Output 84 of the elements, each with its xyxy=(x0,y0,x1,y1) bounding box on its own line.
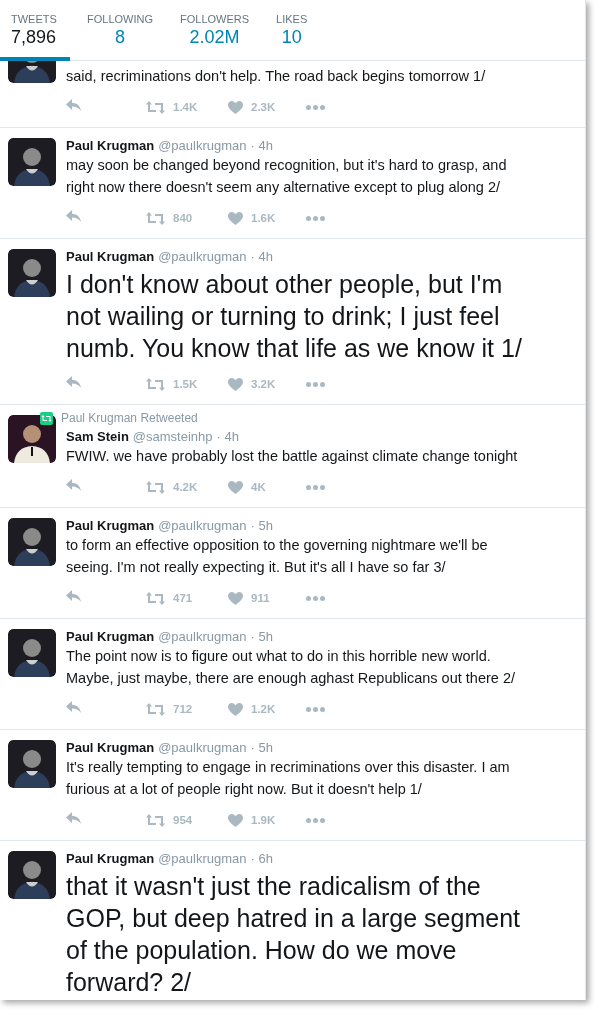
reply-icon[interactable] xyxy=(66,376,82,389)
heart-icon[interactable] xyxy=(228,702,243,716)
author-name[interactable]: Paul Krugman xyxy=(66,138,155,153)
reply-icon[interactable] xyxy=(66,99,82,112)
more-icon[interactable] xyxy=(306,484,325,490)
author-name[interactable]: Paul Krugman xyxy=(66,740,155,755)
author-name[interactable]: Sam Stein xyxy=(66,429,129,444)
like-count: 2.3K xyxy=(251,101,276,113)
retweet-icon[interactable] xyxy=(146,480,165,494)
retweet-count: 1.4K xyxy=(173,101,198,113)
tweet-time[interactable]: · 4h xyxy=(250,249,273,264)
author-name[interactable]: Paul Krugman xyxy=(66,851,155,866)
retweet-count: 840 xyxy=(173,212,193,224)
retweet-count: 712 xyxy=(173,703,193,715)
avatar[interactable] xyxy=(8,249,56,297)
author-name[interactable]: Paul Krugman xyxy=(66,249,155,264)
more-icon[interactable] xyxy=(306,381,325,387)
retweet-icon[interactable] xyxy=(146,591,165,605)
more-icon[interactable] xyxy=(306,104,325,110)
reply-icon[interactable] xyxy=(66,479,82,492)
like-count: 911 xyxy=(251,592,270,604)
tweet-text: It's really tempting to engage in recriminations over this disaster. I am furious at a lot of people right now. But it doesn't help 1/ xyxy=(66,758,511,799)
avatar[interactable] xyxy=(8,61,56,83)
retweet-context[interactable]: Paul Krugman Retweeted xyxy=(61,411,198,425)
retweet-badge-icon xyxy=(40,411,53,425)
avatar[interactable] xyxy=(8,629,56,677)
author-handle[interactable]: @samsteinhp xyxy=(132,429,213,444)
avatar[interactable] xyxy=(8,851,56,899)
retweet-icon[interactable] xyxy=(146,211,165,225)
tweet-text: to form an effective opposition to the governing nightmare we'll be seeing. I'm not really expecting it. But it's all I have so far 3/ xyxy=(66,536,489,577)
retweet-count: 4.2K xyxy=(173,481,198,493)
retweet-count: 471 xyxy=(173,592,193,604)
tweet-time[interactable]: · 6h xyxy=(250,851,273,866)
like-count: 4K xyxy=(251,481,266,493)
author-handle[interactable]: @paulkrugman xyxy=(158,249,247,264)
tweet-text: that it wasn't just the radicalism of the GOP, but deep hatred in a large segment of the population. How do we move forward? 2/ xyxy=(66,871,521,998)
tweet-text: The point now is to figure out what to do in this horrible new world. Maybe, just maybe, there are enough aghast Republicans out there 2/ xyxy=(66,647,516,688)
tweet-text: may soon be changed beyond recognition, but it's hard to grasp, and right now there doesn't seem any alternative except to plug along 2/ xyxy=(66,156,508,197)
reply-icon[interactable] xyxy=(66,812,82,825)
tweet-text: FWIW. we have probably lost the battle against climate change tonight xyxy=(66,447,519,466)
retweet-icon[interactable] xyxy=(146,813,165,827)
heart-icon[interactable] xyxy=(228,813,243,827)
author-handle[interactable]: @paulkrugman xyxy=(158,518,247,533)
avatar[interactable] xyxy=(8,138,56,186)
more-icon[interactable] xyxy=(306,215,325,221)
profile-stat-tab[interactable]: FOLLOWING 8 xyxy=(76,0,163,61)
heart-icon[interactable] xyxy=(228,377,243,391)
tweet-time[interactable]: · 5h xyxy=(250,629,273,644)
heart-icon[interactable] xyxy=(228,211,243,225)
reply-icon[interactable] xyxy=(66,590,82,603)
retweet-count: 954 xyxy=(173,814,193,826)
avatar[interactable] xyxy=(8,415,56,463)
tweet-time[interactable]: · 5h xyxy=(250,518,273,533)
author-handle[interactable]: @paulkrugman xyxy=(158,629,247,644)
author-name[interactable]: Paul Krugman xyxy=(66,629,155,644)
retweet-icon[interactable] xyxy=(146,100,165,114)
avatar[interactable] xyxy=(8,740,56,788)
retweet-icon[interactable] xyxy=(146,702,165,716)
profile-stat-tab[interactable]: LIKES 10 xyxy=(265,0,318,61)
like-count: 1.6K xyxy=(251,212,276,224)
tweet-text: I don't know about other people, but I'm not wailing or turning to drink; I just feel numb. You know that life as we know it 1/ xyxy=(66,269,523,364)
more-icon[interactable] xyxy=(306,706,325,712)
author-name[interactable]: Paul Krugman xyxy=(66,518,155,533)
author-handle[interactable]: @paulkrugman xyxy=(158,138,247,153)
more-icon[interactable] xyxy=(306,817,325,823)
reply-icon[interactable] xyxy=(66,210,82,223)
avatar[interactable] xyxy=(8,518,56,566)
more-icon[interactable] xyxy=(306,595,325,601)
like-count: 3.2K xyxy=(251,378,276,390)
tweet-time[interactable]: · 5h xyxy=(250,740,273,755)
heart-icon[interactable] xyxy=(228,100,243,114)
like-count: 1.9K xyxy=(251,814,276,826)
tweet-text: said, recriminations don't help. The road back begins tomorrow 1/ xyxy=(66,67,487,86)
tweet-time[interactable]: · 4h xyxy=(216,429,239,444)
retweet-count: 1.5K xyxy=(173,378,198,390)
retweet-icon[interactable] xyxy=(146,377,165,391)
tweet-time[interactable]: · 4h xyxy=(250,138,273,153)
like-count: 1.2K xyxy=(251,703,276,715)
author-handle[interactable]: @paulkrugman xyxy=(158,851,247,866)
heart-icon[interactable] xyxy=(228,480,243,494)
author-handle[interactable]: @paulkrugman xyxy=(158,740,247,755)
heart-icon[interactable] xyxy=(228,591,243,605)
reply-icon[interactable] xyxy=(66,701,82,714)
profile-stat-tab[interactable]: FOLLOWERS 2.02M xyxy=(169,0,260,61)
